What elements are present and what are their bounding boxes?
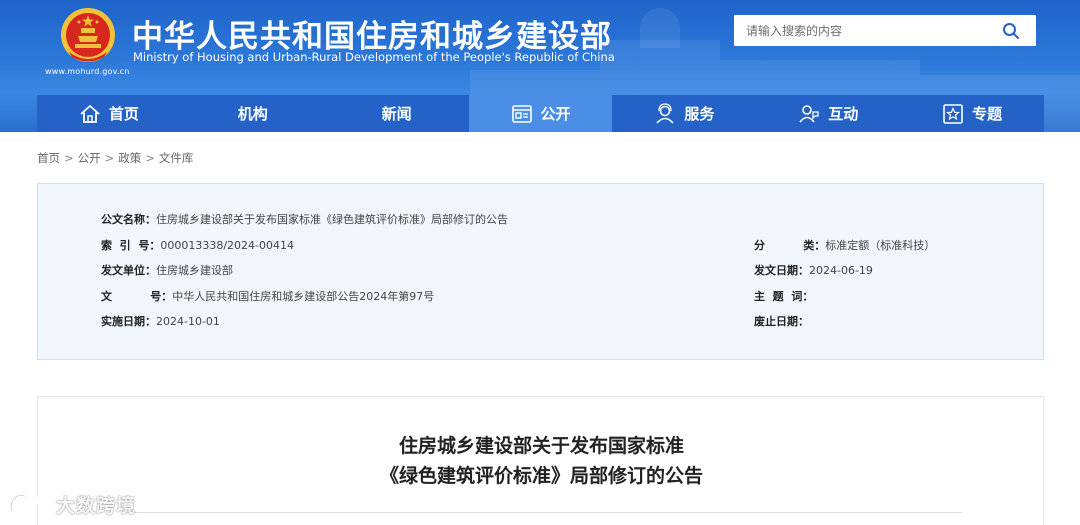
nav-item-label: 新闻: [381, 105, 412, 123]
info-index-number: 索 引 号：000013338/2024-00414: [101, 237, 294, 253]
info-category: 分 类：标准定额（标准科技）: [754, 237, 935, 253]
nav-item-news[interactable]: 新闻: [325, 95, 469, 132]
search-box: [734, 15, 1036, 46]
nav-item-public[interactable]: 公开: [468, 95, 613, 132]
info-doc-name: 公文名称：住房城乡建设部关于发布国家标准《绿色建筑评价标准》局部修订的公告: [101, 211, 508, 227]
article-container: 住房城乡建设部关于发布国家标准 《绿色建筑评价标准》局部修订的公告: [37, 396, 1044, 525]
info-label: 分 类：: [754, 239, 826, 252]
nav-item-label: 公开: [540, 105, 571, 123]
user-service-icon: [656, 102, 674, 124]
document-icon: [511, 104, 532, 123]
info-label: 发文日期：: [754, 264, 809, 277]
info-label: 发文单位：: [101, 264, 156, 277]
article-title: 住房城乡建设部关于发布国家标准 《绿色建筑评价标准》局部修订的公告: [38, 431, 1045, 491]
nav-item-label: 机构: [237, 105, 268, 123]
site-url: www.mohurd.gov.cn: [45, 67, 130, 76]
info-keywords: 主 题 词：: [754, 288, 813, 304]
main-nav: 首页 机构 新闻 公开 服务 互动 专题: [37, 95, 1044, 132]
breadcrumb: 首页 > 公开 > 政策 > 文件库: [37, 150, 193, 166]
info-label: 索 引 号：: [101, 239, 161, 252]
info-label: 废止日期：: [754, 315, 809, 328]
watermark: 大数跨境: [8, 489, 136, 519]
info-document-number: 文 号：中华人民共和国住房和城乡建设部公告2024年第97号: [101, 288, 434, 304]
info-value: 中华人民共和国住房和城乡建设部公告2024年第97号: [172, 290, 435, 303]
breadcrumb-file-library[interactable]: 文件库: [159, 151, 194, 165]
nav-item-label: 首页: [108, 105, 139, 123]
site-subtitle: Ministry of Housing and Urban-Rural Deve…: [133, 50, 615, 64]
info-value: 住房城乡建设部: [156, 264, 233, 277]
breadcrumb-separator: >: [145, 151, 155, 165]
nav-item-label: 互动: [828, 105, 859, 123]
article-title-line: 《绿色建筑评价标准》局部修订的公告: [379, 465, 703, 487]
nav-item-organization[interactable]: 机构: [181, 95, 325, 132]
info-label: 公文名称：: [101, 213, 156, 226]
breadcrumb-separator: >: [64, 151, 74, 165]
article-title-line: 住房城乡建设部关于发布国家标准: [398, 435, 684, 457]
info-label: 文 号：: [101, 290, 173, 303]
divider: [123, 512, 963, 513]
info-repeal-date: 废止日期：: [754, 313, 809, 329]
home-icon: [80, 104, 100, 123]
info-value: 2024-06-19: [809, 264, 873, 277]
nav-item-service[interactable]: 服务: [612, 95, 756, 132]
info-issue-date: 发文日期：2024-06-19: [754, 262, 873, 278]
search-icon[interactable]: [1002, 22, 1020, 40]
breadcrumb-separator: >: [104, 151, 115, 165]
star-icon: [943, 103, 963, 124]
info-value: 标准定额（标准科技）: [825, 239, 936, 252]
info-value: 000013338/2024-00414: [160, 239, 294, 252]
breadcrumb-home[interactable]: 首页: [37, 151, 60, 165]
national-emblem-icon: [61, 8, 115, 62]
nav-item-home[interactable]: 首页: [37, 95, 181, 132]
info-issuer: 发文单位：住房城乡建设部: [101, 262, 233, 278]
nav-item-interaction[interactable]: 互动: [756, 95, 900, 132]
info-value: 住房城乡建设部关于发布国家标准《绿色建筑评价标准》局部修订的公告: [156, 213, 508, 226]
nav-item-label: 专题: [972, 105, 1003, 123]
document-info-panel: 公文名称：住房城乡建设部关于发布国家标准《绿色建筑评价标准》局部修订的公告 索 …: [37, 183, 1044, 360]
info-label: 主 题 词：: [754, 290, 814, 303]
breadcrumb-policy[interactable]: 政策: [118, 151, 141, 165]
nav-item-label: 服务: [684, 105, 715, 123]
interaction-icon: [799, 104, 819, 123]
breadcrumb-public[interactable]: 公开: [78, 151, 101, 165]
watermark-logo-icon: [9, 493, 49, 513]
info-value: 2024-10-01: [156, 315, 220, 328]
search-input[interactable]: [746, 15, 986, 46]
nav-item-topics[interactable]: 专题: [900, 95, 1044, 132]
info-label: 实施日期：: [101, 315, 156, 328]
info-effective-date: 实施日期：2024-10-01: [101, 313, 220, 329]
watermark-text: 大数跨境: [56, 494, 137, 517]
background-dome: [640, 8, 680, 48]
